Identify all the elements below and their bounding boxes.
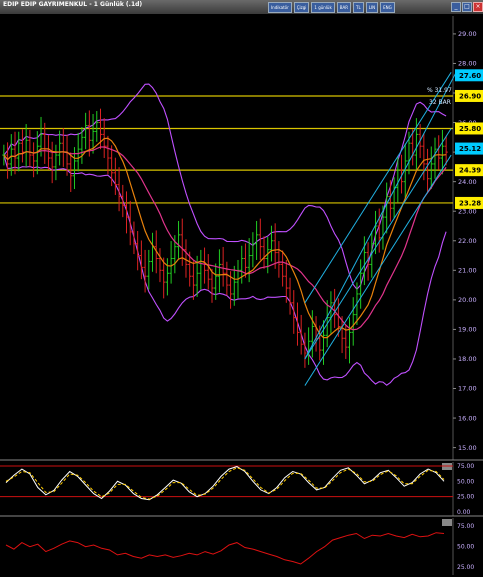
rsi-tick-label: 50.00	[457, 544, 474, 551]
price-tick-label: 22.00	[458, 237, 477, 245]
chart-canvas[interactable]: 29.0028.0027.0026.0025.0024.0023.0022.00…	[0, 0, 483, 577]
price-tick-label: 16.00	[458, 414, 477, 422]
oscillator-tick-label: 50.00	[457, 478, 474, 485]
price-level-label: 25.12	[459, 145, 481, 153]
oscillator-tick-label: 0.00	[457, 509, 471, 516]
price-tick-label: 18.00	[458, 355, 477, 363]
panel-settings-icon[interactable]	[442, 519, 452, 526]
price-tick-label: 15.00	[458, 444, 477, 452]
price-tick-label: 17.00	[458, 385, 477, 393]
price-tick-label: 21.00	[458, 267, 477, 275]
price-level-label: 27.60	[459, 72, 481, 80]
pct-change-label: % 31.97	[427, 87, 452, 94]
rsi-tick-label: 25.00	[457, 564, 474, 571]
price-tick-label: 24.00	[458, 178, 477, 186]
price-level-label: 24.39	[459, 167, 481, 175]
oscillator-tick-label: 75.00	[457, 463, 474, 470]
price-level-label: 26.90	[459, 92, 481, 100]
price-level-label: 23.28	[459, 199, 481, 207]
price-level-label: 25.80	[459, 125, 481, 133]
price-tick-label: 20.00	[458, 296, 477, 304]
oscillator-tick-label: 25.00	[457, 494, 474, 501]
bar-count-label: 32 BAR	[429, 99, 451, 106]
price-tick-label: 28.00	[458, 60, 477, 68]
price-tick-label: 29.00	[458, 30, 477, 38]
price-tick-label: 19.00	[458, 326, 477, 334]
rsi-tick-label: 75.00	[457, 523, 474, 530]
